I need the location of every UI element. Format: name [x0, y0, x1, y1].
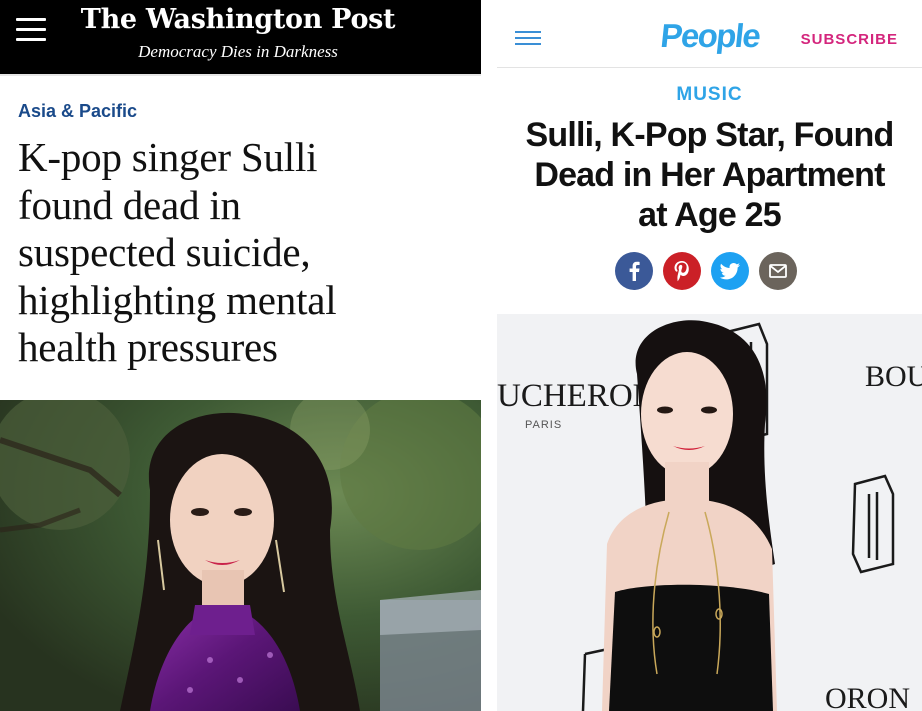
article-photo: [0, 400, 481, 711]
wapo-tagline: Democracy Dies in Darkness: [138, 42, 338, 61]
washington-post-article: The Washington Post Democracy Dies in Da…: [0, 0, 481, 711]
header-divider: [0, 74, 481, 76]
panel-divider: [481, 0, 497, 711]
headline-line: at Age 25: [638, 196, 782, 234]
pinterest-icon[interactable]: [663, 252, 701, 290]
share-buttons: [615, 252, 805, 292]
headline-line: health pressures: [18, 324, 278, 370]
headline-line: Dead in Her Apartment: [534, 156, 885, 194]
twitter-icon[interactable]: [711, 252, 749, 290]
article-photo: UCHERON PARIS BOU ORON: [497, 314, 922, 711]
email-icon[interactable]: [759, 252, 797, 290]
headline-line: K-pop singer Sulli: [18, 134, 318, 180]
headline-line: highlighting mental: [18, 276, 337, 323]
headline-line: suspected suicide,: [18, 229, 311, 275]
section-label[interactable]: Asia & Pacific: [18, 101, 137, 122]
section-label[interactable]: MUSIC: [497, 84, 922, 106]
wapo-header: The Washington Post Democracy Dies in Da…: [0, 0, 481, 74]
article-headline: K-pop singer Sulli found dead in suspect…: [18, 134, 458, 372]
hamburger-menu-icon[interactable]: [515, 31, 541, 45]
backdrop-brand-right: BOU: [865, 360, 922, 393]
hamburger-menu-icon[interactable]: [16, 18, 46, 42]
people-logo[interactable]: People: [643, 17, 777, 55]
facebook-icon[interactable]: [615, 252, 653, 290]
header-divider: [497, 67, 922, 68]
headline-line: found dead in: [18, 181, 241, 228]
backdrop-city: PARIS: [525, 419, 562, 431]
backdrop-brand-bottom: ORON: [825, 682, 910, 711]
headline-line: Sulli, K-Pop Star, Found: [525, 116, 894, 154]
subscribe-button[interactable]: SUBSCRIBE: [801, 31, 898, 48]
wapo-logo[interactable]: The Washington Post: [78, 4, 398, 35]
backdrop-brand-left: UCHERON: [497, 378, 657, 414]
article-headline: Sulli, K-Pop Star, Found Dead in Her Apa…: [505, 115, 914, 235]
people-article: People SUBSCRIBE MUSIC Sulli, K-Pop Star…: [497, 0, 922, 711]
